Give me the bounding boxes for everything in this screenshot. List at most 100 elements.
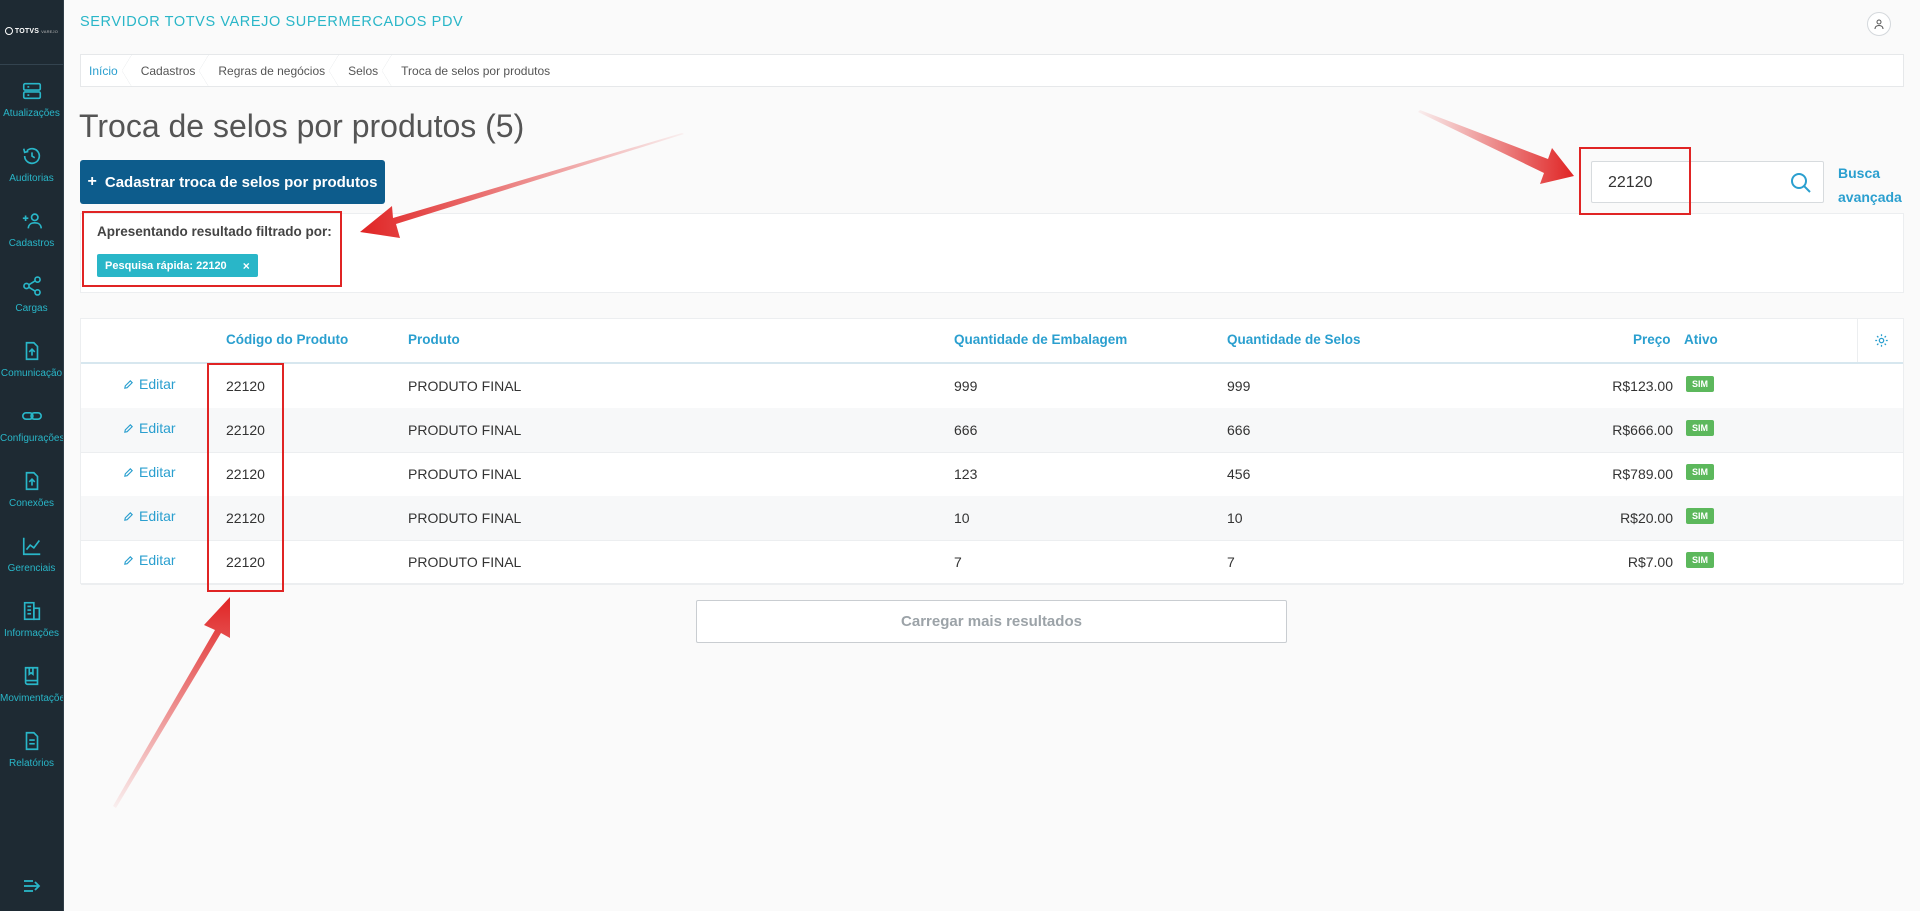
cell-price: R$20.00 [1620, 510, 1673, 526]
breadcrumb-item-cadastros[interactable]: Cadastros [132, 54, 210, 87]
user-menu-button[interactable] [1867, 12, 1891, 36]
status-badge: SIM [1686, 464, 1715, 480]
sidebar-item-label: Informações [3, 628, 60, 639]
column-header-active[interactable]: Ativo [1684, 332, 1718, 347]
edit-label: Editar [139, 464, 176, 480]
cell-price: R$7.00 [1627, 554, 1673, 570]
advanced-search-label-2: avançada [1838, 189, 1902, 205]
breadcrumb-item-regras[interactable]: Regras de negócios [209, 54, 339, 87]
sidebar-item-label: Atualizações [3, 108, 60, 119]
history-icon [22, 147, 40, 165]
search-icon[interactable] [1789, 171, 1813, 195]
arrow-to-code [113, 597, 230, 808]
column-header-price[interactable]: Preço [1633, 332, 1671, 347]
sidebar-item-conexoes[interactable]: Conexões [0, 460, 63, 520]
edit-button[interactable]: Editar [123, 552, 176, 568]
edit-button[interactable]: Editar [123, 508, 176, 524]
column-header-pack-qty[interactable]: Quantidade de Embalagem [954, 332, 1127, 347]
sidebar-item-atualizacoes[interactable]: Atualizações [0, 70, 63, 130]
file-upload-icon [25, 341, 38, 361]
table-settings-button[interactable] [1857, 319, 1904, 362]
advanced-search-link[interactable]: Busca avançada [1838, 161, 1902, 209]
sidebar-item-informacoes[interactable]: Informações [0, 590, 63, 650]
column-header-code[interactable]: Código do Produto [226, 332, 348, 347]
totvs-logo: TOTVS VAREJO [0, 16, 63, 46]
sidebar-item-cadastros[interactable]: Cadastros [0, 200, 63, 260]
app-title: SERVIDOR TOTVS VAREJO SUPERMERCADOS PDV [80, 14, 464, 30]
cell-pack-qty: 666 [954, 422, 978, 438]
load-more-button[interactable]: Carregar mais resultados [696, 600, 1287, 643]
cell-price: R$666.00 [1612, 422, 1673, 438]
pencil-icon [124, 511, 133, 521]
pencil-icon [124, 423, 133, 433]
breadcrumb-item-inicio[interactable]: Início [81, 54, 132, 87]
gear-icon [1874, 334, 1888, 347]
sidebar-item-label: Comunicação [0, 368, 63, 379]
annotation-box-search [1579, 147, 1691, 215]
sidebar-item-comunicacao[interactable]: Comunicação [0, 330, 63, 390]
sidebar-item-movimentacoes[interactable]: Movimentações [0, 655, 63, 715]
sidebar-item-label: Auditorias [9, 173, 54, 184]
table-row: Editar 22120 PRODUTO FINAL 10 10 R$20.00… [81, 496, 1903, 541]
sidebar-item-configuracoes[interactable]: Configurações [0, 395, 63, 455]
table-header: Código do Produto Produto Quantidade de … [81, 319, 1903, 364]
sidebar-item-label: Relatórios [8, 758, 55, 769]
sidebar-item-cargas[interactable]: Cargas [0, 265, 63, 325]
sidebar-collapse-button[interactable] [0, 872, 63, 900]
arrow-to-search [1418, 110, 1574, 184]
cell-price: R$789.00 [1612, 466, 1673, 482]
sidebar-item-label: Configurações [0, 433, 63, 444]
sidebar-item-auditorias[interactable]: Auditorias [0, 135, 63, 195]
edit-label: Editar [139, 552, 176, 568]
document-icon [25, 731, 38, 751]
annotation-box-code-column [207, 363, 284, 592]
table-row: Editar 22120 PRODUTO FINAL 999 999 R$123… [81, 364, 1903, 409]
sidebar-item-label: Conexões [8, 498, 55, 509]
cell-price: R$123.00 [1612, 378, 1673, 394]
sidebar-item-label: Cadastros [8, 238, 55, 249]
edit-button[interactable]: Editar [123, 376, 176, 392]
table-row: Editar 22120 PRODUTO FINAL 123 456 R$789… [81, 452, 1903, 497]
edit-button[interactable]: Editar [123, 420, 176, 436]
pencil-icon [124, 379, 133, 389]
column-header-product[interactable]: Produto [408, 332, 460, 347]
table-row: Editar 22120 PRODUTO FINAL 666 666 R$666… [81, 408, 1903, 453]
status-badge: SIM [1686, 376, 1715, 392]
pencil-icon [124, 555, 133, 565]
sidebar-item-label: Gerenciais [7, 563, 56, 574]
status-badge: SIM [1686, 508, 1715, 524]
edit-label: Editar [139, 508, 176, 524]
sidebar-divider [0, 64, 63, 65]
cell-seal-qty: 10 [1227, 510, 1243, 526]
cell-product: PRODUTO FINAL [408, 510, 522, 526]
cell-product: PRODUTO FINAL [408, 422, 522, 438]
add-seal-exchange-button[interactable]: + Cadastrar troca de selos por produtos [80, 160, 385, 204]
cell-seal-qty: 456 [1227, 466, 1251, 482]
table-row: Editar 22120 PRODUTO FINAL 7 7 R$7.00 SI… [81, 540, 1903, 585]
page-title: Troca de selos por produtos (5) [79, 108, 525, 144]
collapse-menu-icon [23, 880, 40, 892]
cell-seal-qty: 666 [1227, 422, 1251, 438]
plus-icon: + [87, 173, 97, 190]
cell-pack-qty: 999 [954, 378, 978, 394]
cell-product: PRODUTO FINAL [408, 466, 522, 482]
add-button-label: Cadastrar troca de selos por produtos [104, 173, 378, 191]
server-icon [22, 82, 41, 100]
column-header-seal-qty[interactable]: Quantidade de Selos [1227, 332, 1361, 347]
link-icon [21, 411, 42, 421]
edit-label: Editar [139, 420, 176, 436]
cell-pack-qty: 123 [954, 466, 978, 482]
breadcrumb-item-selos[interactable]: Selos [339, 54, 393, 87]
breadcrumb-item-current: Troca de selos por produtos [401, 63, 551, 78]
sidebar-item-relatorios[interactable]: Relatórios [0, 720, 63, 780]
building-icon [23, 601, 40, 621]
status-badge: SIM [1686, 420, 1715, 436]
cell-seal-qty: 999 [1227, 378, 1251, 394]
filter-panel: Apresentando resultado filtrado por: Pes… [80, 213, 1904, 293]
cell-product: PRODUTO FINAL [408, 554, 522, 570]
cell-product: PRODUTO FINAL [408, 378, 522, 394]
results-table: Código do Produto Produto Quantidade de … [80, 318, 1904, 585]
sidebar-item-gerenciais[interactable]: Gerenciais [0, 525, 63, 585]
edit-button[interactable]: Editar [123, 464, 176, 480]
cell-seal-qty: 7 [1227, 554, 1235, 570]
